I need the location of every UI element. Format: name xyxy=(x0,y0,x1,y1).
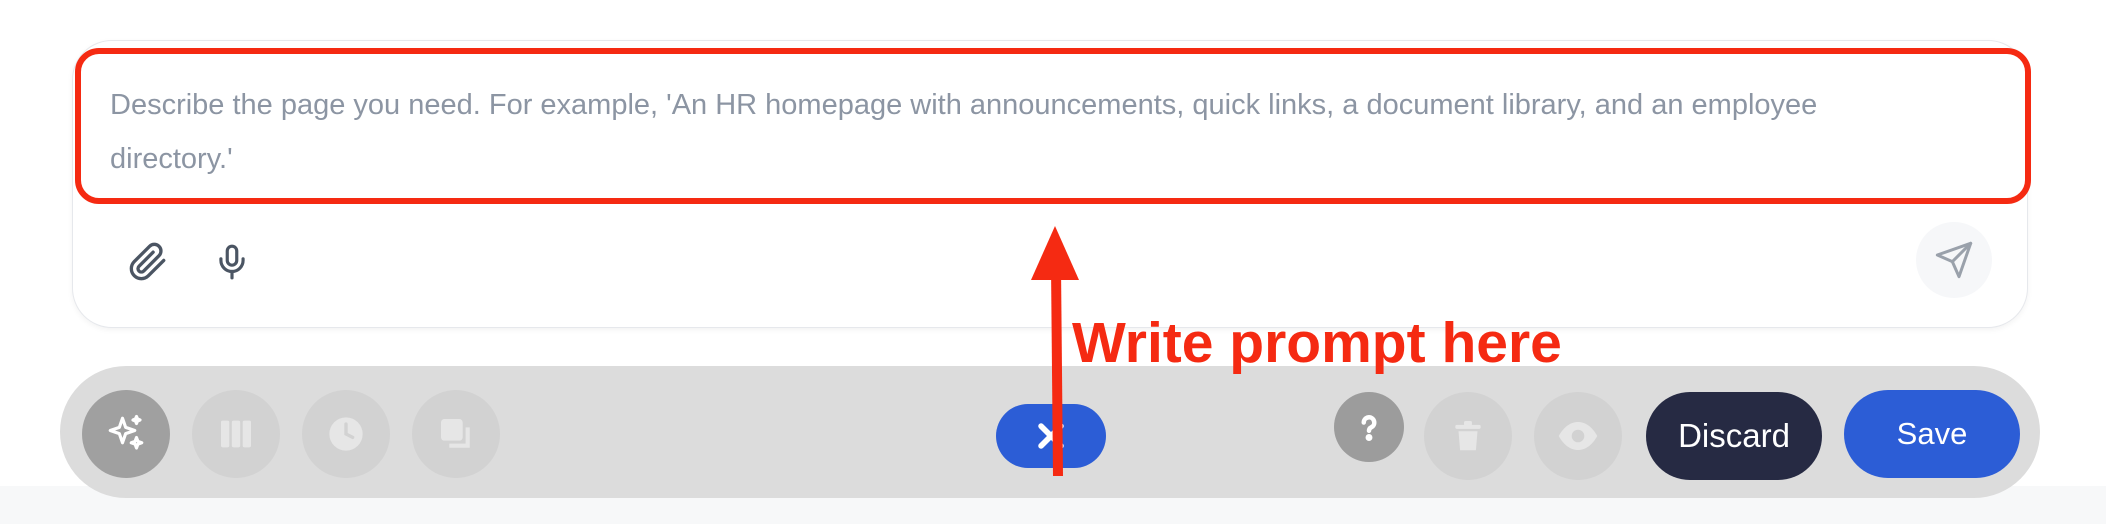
discard-button[interactable]: Discard xyxy=(1646,392,1822,480)
clock-icon xyxy=(329,417,363,451)
paperclip-icon[interactable] xyxy=(118,232,178,292)
preview-button[interactable] xyxy=(1534,392,1622,480)
send-button[interactable] xyxy=(1916,222,1992,298)
annotation-label: Write prompt here xyxy=(1072,311,1562,375)
send-icon xyxy=(1935,241,1973,279)
columns-icon xyxy=(221,420,251,448)
eye-icon xyxy=(1558,422,1598,450)
history-button[interactable] xyxy=(302,390,390,478)
help-button[interactable] xyxy=(1334,392,1404,462)
sparkles-icon xyxy=(108,414,144,450)
trash-icon xyxy=(1455,420,1481,451)
delete-button[interactable] xyxy=(1424,392,1512,480)
copy-icon xyxy=(441,419,470,448)
save-button[interactable]: Save xyxy=(1844,390,2020,478)
copy-button[interactable] xyxy=(412,390,500,478)
help-icon xyxy=(1361,415,1377,441)
ai-sparkles-button[interactable] xyxy=(82,390,170,478)
columns-button[interactable] xyxy=(192,390,280,478)
prompt-input[interactable] xyxy=(110,78,1930,188)
microphone-icon[interactable] xyxy=(202,232,262,292)
